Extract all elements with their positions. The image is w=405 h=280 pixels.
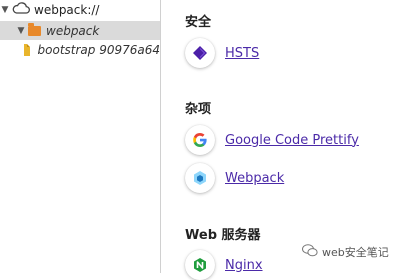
section-title-misc: 杂项 (185, 102, 212, 117)
tree-row-root[interactable]: ▼ webpack:// (0, 0, 160, 19)
cloud-icon (12, 2, 30, 17)
hsts-link[interactable]: HSTS (225, 46, 259, 61)
source-tree: ▼ webpack:// ▼ webpack bootstrap 90976a6… (0, 0, 160, 273)
watermark: web安全笔记 (302, 244, 389, 260)
expand-arrow-icon[interactable]: ▼ (16, 26, 26, 36)
file-icon (23, 43, 30, 56)
tree-file-label: bootstrap 90976a64 (37, 42, 160, 57)
technology-list: 安全 HSTS 杂项 Google Code Prettify Webpack … (161, 0, 405, 280)
watermark-text: web安全笔记 (322, 246, 389, 259)
tree-row-webpack-folder[interactable]: ▼ webpack (0, 21, 160, 40)
google-code-prettify-link[interactable]: Google Code Prettify (225, 133, 359, 148)
hsts-icon (185, 38, 215, 68)
list-item-google-code-prettify[interactable]: Google Code Prettify (185, 125, 359, 155)
webpack-link[interactable]: Webpack (225, 171, 284, 186)
tree-root-label: webpack:// (34, 2, 100, 17)
nginx-icon (185, 250, 215, 280)
list-item-nginx[interactable]: Nginx (185, 250, 263, 280)
section-title-web-server: Web 服务器 (185, 228, 261, 243)
list-item-webpack[interactable]: Webpack (185, 163, 284, 193)
nginx-link[interactable]: Nginx (225, 258, 263, 273)
list-item-hsts[interactable]: HSTS (185, 38, 259, 68)
webpack-icon (185, 163, 215, 193)
folder-icon (28, 22, 41, 36)
expand-arrow-icon[interactable]: ▼ (0, 5, 10, 15)
tree-folder-label: webpack (46, 23, 100, 38)
wechat-icon (302, 244, 318, 260)
google-icon (185, 125, 215, 155)
section-title-security: 安全 (185, 15, 212, 30)
tree-row-file[interactable]: bootstrap 90976a64 (0, 40, 160, 59)
